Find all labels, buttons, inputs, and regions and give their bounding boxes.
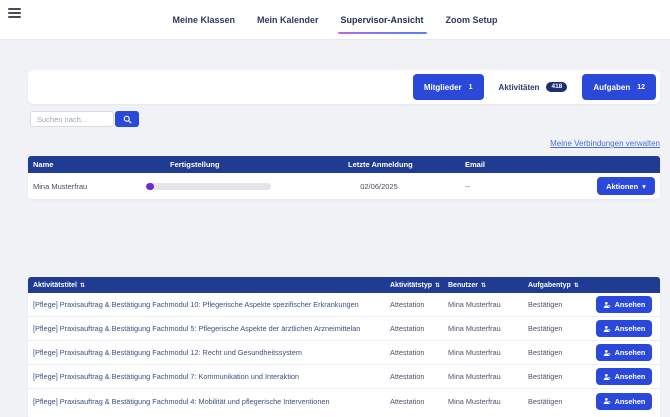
aktionen-button[interactable]: Aktionen ▾ — [597, 177, 655, 195]
ansehen-button[interactable]: Ansehen — [596, 344, 652, 361]
col-aktivitaetstyp-label: Aktivitätstyp — [390, 282, 432, 289]
activity-row: [Pflege] Praxisauftrag & Bestätigung Fac… — [28, 389, 660, 413]
person-view-icon — [603, 373, 611, 381]
ansehen-label: Ansehen — [615, 397, 646, 406]
activity-user: Mina Musterfrau — [448, 341, 501, 364]
activities-table: Aktivitätstitel⇅ Aktivitätstyp⇅ Benutzer… — [28, 277, 660, 417]
ansehen-label: Ansehen — [615, 372, 646, 381]
ansehen-label: Ansehen — [615, 300, 646, 309]
activity-user: Mina Musterfrau — [448, 293, 501, 316]
activity-title: [Pflege] Praxisauftrag & Bestätigung Fac… — [33, 317, 360, 340]
activities-table-header: Aktivitätstitel⇅ Aktivitätstyp⇅ Benutzer… — [28, 277, 660, 293]
activity-user: Mina Musterfrau — [448, 389, 501, 413]
sort-icon: ⇅ — [80, 282, 85, 289]
aufgaben-label: Aufgaben — [593, 83, 630, 92]
person-view-icon — [603, 397, 611, 405]
search-button[interactable] — [115, 111, 139, 127]
view-switch-buttons: Mitglieder 1 Aktivitäten 418 Aufgaben 12 — [413, 74, 656, 100]
activity-task-type: Bestätigen — [528, 293, 562, 316]
ansehen-button[interactable]: Ansehen — [596, 320, 652, 337]
sort-icon: ⇅ — [435, 282, 440, 289]
person-view-icon — [603, 301, 611, 309]
activity-task-type: Bestätigen — [528, 365, 562, 388]
col-aufgabentyp-label: Aufgabentyp — [528, 282, 571, 289]
col-fertigstellung: Fertigstellung — [170, 156, 220, 173]
person-view-icon — [603, 325, 611, 333]
col-email: Email — [465, 156, 485, 173]
activity-title: [Pflege] Praxisauftrag & Bestätigung Fac… — [33, 365, 299, 388]
completion-progress-bar — [146, 183, 271, 190]
col-benutzer-label: Benutzer — [448, 282, 478, 289]
activity-task-type: Bestätigen — [528, 389, 562, 413]
member-name: Mina Musterfrau — [33, 173, 87, 199]
completion-progress-fill — [146, 183, 154, 190]
member-last-login: 02/06/2025 — [348, 173, 410, 199]
activity-type: Attestation — [390, 317, 424, 340]
aktivitaeten-count-badge: 418 — [546, 82, 567, 93]
activity-row: [Pflege] Praxisauftrag & Bestätigung Fac… — [28, 365, 660, 389]
ansehen-button[interactable]: Ansehen — [596, 393, 652, 410]
mitglieder-tab-button[interactable]: Mitglieder 1 — [413, 74, 484, 100]
col-aktivitaetstyp[interactable]: Aktivitätstyp⇅ — [390, 277, 440, 293]
activity-task-type: Bestätigen — [528, 341, 562, 364]
search-icon — [123, 115, 132, 124]
activity-user: Mina Musterfrau — [448, 317, 501, 340]
activity-type: Attestation — [390, 293, 424, 316]
nav-tabs: Meine Klassen Mein Kalender Supervisor-A… — [0, 0, 670, 40]
mitglieder-label: Mitglieder — [424, 83, 462, 92]
ansehen-label: Ansehen — [615, 324, 646, 333]
search-input[interactable] — [30, 111, 114, 127]
supervisor-view-screen: Meine Klassen Mein Kalender Supervisor-A… — [0, 0, 670, 417]
caret-down-icon: ▾ — [642, 182, 646, 191]
members-table: Name Fertigstellung Letzte Anmeldung Ema… — [28, 156, 660, 199]
member-row: Mina Musterfrau 02/06/2025 -- Aktionen ▾ — [28, 173, 660, 199]
ansehen-button[interactable]: Ansehen — [596, 296, 652, 313]
activity-title: [Pflege] Praxisauftrag & Bestätigung Fac… — [33, 341, 302, 364]
col-aufgabentyp[interactable]: Aufgabentyp⇅ — [528, 277, 579, 293]
activity-user: Mina Musterfrau — [448, 365, 501, 388]
aufgaben-count: 12 — [637, 84, 645, 91]
col-name: Name — [33, 156, 53, 173]
col-aktivitaetstitel-label: Aktivitätstitel — [33, 282, 77, 289]
activity-type: Attestation — [390, 365, 424, 388]
activity-title: [Pflege] Praxisauftrag & Bestätigung Fac… — [33, 389, 330, 413]
aktivitaeten-label: Aktivitäten — [499, 83, 540, 92]
top-navbar: Meine Klassen Mein Kalender Supervisor-A… — [0, 0, 670, 40]
sort-icon: ⇅ — [481, 282, 486, 289]
sort-icon: ⇅ — [574, 282, 579, 289]
activity-row: [Pflege] Praxisauftrag & Bestätigung Fac… — [28, 293, 660, 317]
member-email: -- — [465, 173, 470, 199]
activity-row: [Pflege] Praxisauftrag & Bestätigung Fac… — [28, 317, 660, 341]
col-aktivitaetstitel[interactable]: Aktivitätstitel⇅ — [33, 277, 85, 293]
manage-connections-link[interactable]: Meine Verbindungen verwalten — [550, 139, 660, 148]
ansehen-button[interactable]: Ansehen — [596, 368, 652, 385]
members-table-header: Name Fertigstellung Letzte Anmeldung Ema… — [28, 156, 660, 173]
ansehen-label: Ansehen — [615, 348, 646, 357]
aufgaben-tab-button[interactable]: Aufgaben 12 — [582, 74, 656, 100]
person-view-icon — [603, 349, 611, 357]
activity-type: Attestation — [390, 389, 424, 413]
filter-bar: Mitglieder 1 Aktivitäten 418 Aufgaben 12 — [28, 70, 660, 104]
aktivitaeten-tab-button[interactable]: Aktivitäten 418 — [488, 74, 579, 100]
aktionen-label: Aktionen — [606, 182, 638, 191]
tab-zoom-setup[interactable]: Zoom Setup — [446, 0, 498, 40]
activity-title: [Pflege] Praxisauftrag & Bestätigung Fac… — [33, 293, 359, 316]
activity-type: Attestation — [390, 341, 424, 364]
tab-meine-klassen[interactable]: Meine Klassen — [172, 0, 235, 40]
col-benutzer[interactable]: Benutzer⇅ — [448, 277, 486, 293]
tab-mein-kalender[interactable]: Mein Kalender — [257, 0, 319, 40]
activity-row: [Pflege] Praxisauftrag & Bestätigung Fac… — [28, 341, 660, 365]
col-letzte-anmeldung: Letzte Anmeldung — [348, 156, 413, 173]
mitglieder-count: 1 — [469, 84, 473, 91]
tab-supervisor-ansicht[interactable]: Supervisor-Ansicht — [341, 0, 424, 40]
activity-task-type: Bestätigen — [528, 317, 562, 340]
filter-input-area[interactable] — [28, 70, 458, 104]
